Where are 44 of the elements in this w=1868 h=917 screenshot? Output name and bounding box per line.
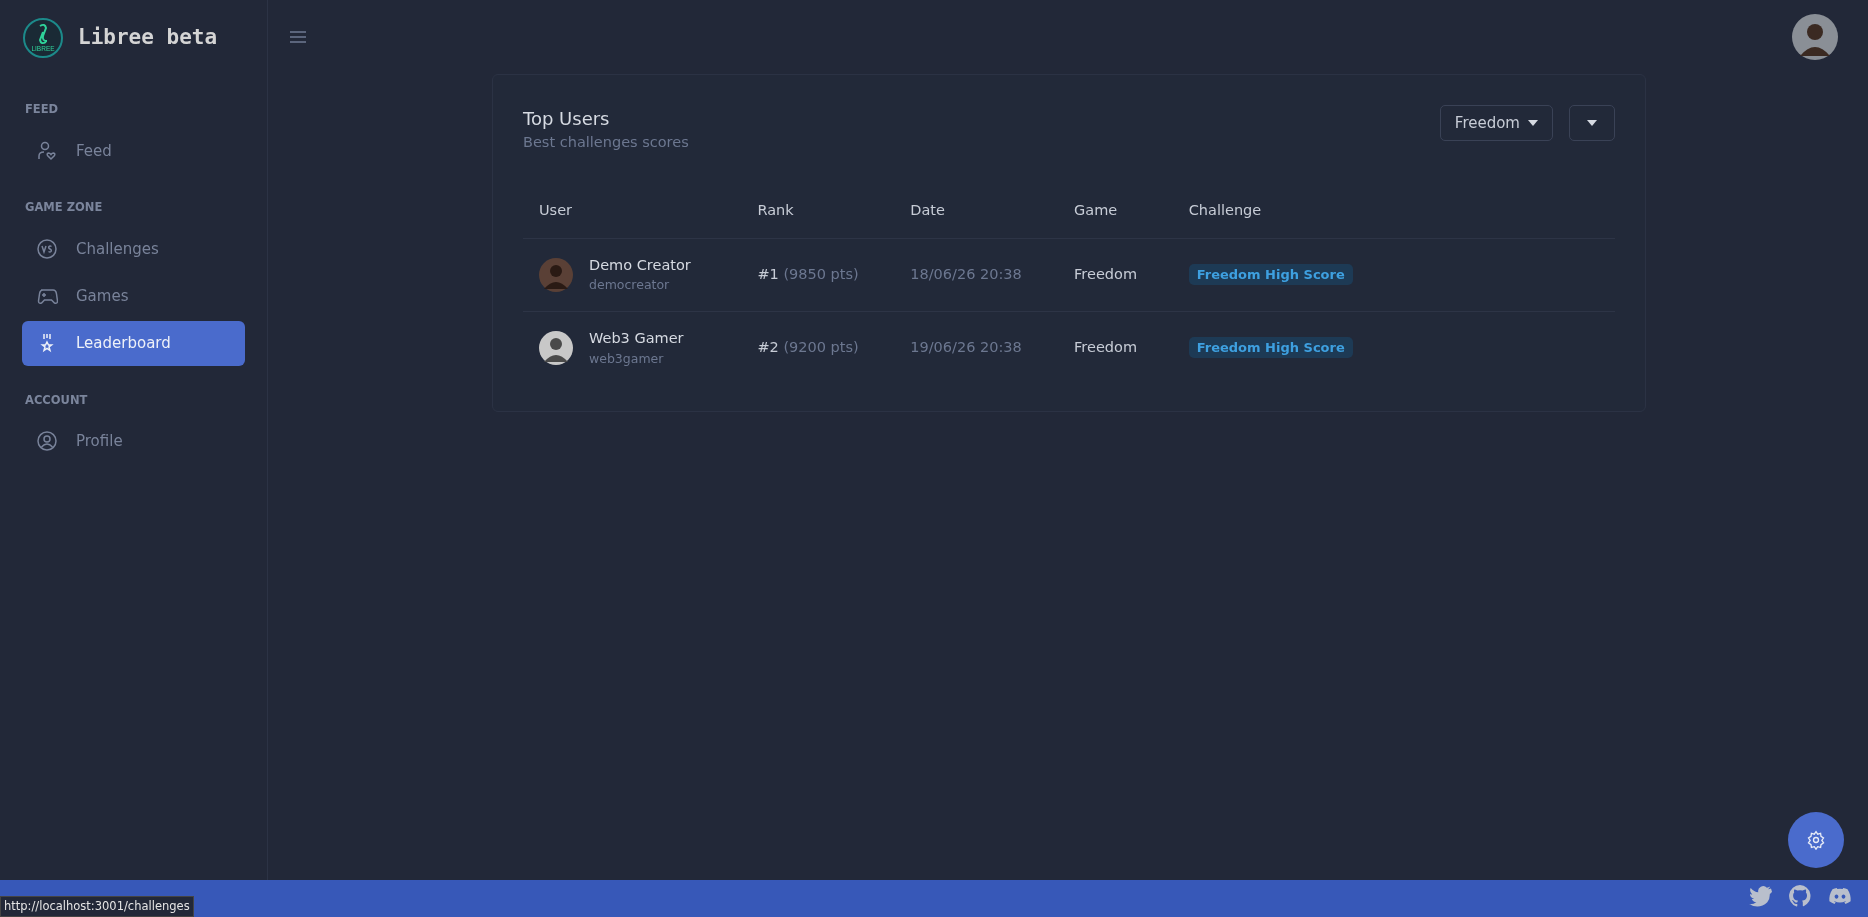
avatar (539, 257, 573, 292)
column-header: Date (894, 183, 1059, 238)
avatar (539, 331, 573, 366)
column-header: User (523, 183, 742, 238)
user-circle-icon (36, 430, 58, 453)
user-handle: democreator (589, 276, 671, 295)
versus-icon (36, 238, 58, 260)
github-icon[interactable] (1788, 884, 1812, 908)
challenge-tag[interactable]: Freedom High Score (1188, 263, 1353, 285)
user-heart-icon (36, 139, 58, 162)
caret-icon (1587, 120, 1597, 126)
column-header: Rank (741, 183, 895, 238)
date-text: 19/06/26 20:38 (910, 339, 1022, 356)
column-header: Challenge (1172, 183, 1615, 238)
sidebar-item[interactable]: Profile (22, 418, 245, 464)
dropdown-button[interactable] (1569, 105, 1615, 141)
column-header: Game (1058, 183, 1173, 238)
sidebar-item[interactable]: Challenges (22, 226, 245, 272)
section-heading: ACCOUNT (25, 391, 89, 409)
game-dropdown[interactable]: Freedom (1439, 105, 1553, 141)
app-title: Libree beta (78, 23, 218, 51)
twitter-icon[interactable] (1748, 884, 1772, 908)
section-heading: FEED (25, 101, 60, 118)
user-name: Web3 Gamer (589, 329, 684, 348)
settings-icon (1806, 830, 1826, 850)
card-title: Top Users (523, 107, 611, 131)
card-subtitle: Best challenges scores (523, 133, 689, 152)
date-text: 18/06/26 20:38 (910, 265, 1022, 282)
sidebar-item[interactable]: Feed (22, 128, 245, 174)
sidebar-item[interactable]: Games (22, 273, 245, 319)
game-name: Freedom (1074, 339, 1138, 356)
rank-text: #2 (9200 pts) (757, 339, 859, 356)
user-handle: web3gamer (589, 349, 665, 368)
rank-text: #1 (9850 pts) (757, 265, 859, 282)
status-tooltip: http://localhost:3001/challenges (0, 895, 194, 917)
user-name: Demo Creator (589, 255, 691, 275)
menu-icon[interactable] (290, 31, 306, 43)
avatar[interactable] (1792, 14, 1838, 60)
section-heading: GAME ZONE (25, 199, 104, 217)
challenge-tag[interactable]: Freedom High Score (1188, 337, 1353, 359)
settings-button[interactable] (1788, 812, 1844, 868)
sidebar-item[interactable]: Leaderboard (22, 320, 245, 366)
caret-icon (1528, 120, 1538, 126)
game-name: Freedom (1074, 265, 1138, 282)
